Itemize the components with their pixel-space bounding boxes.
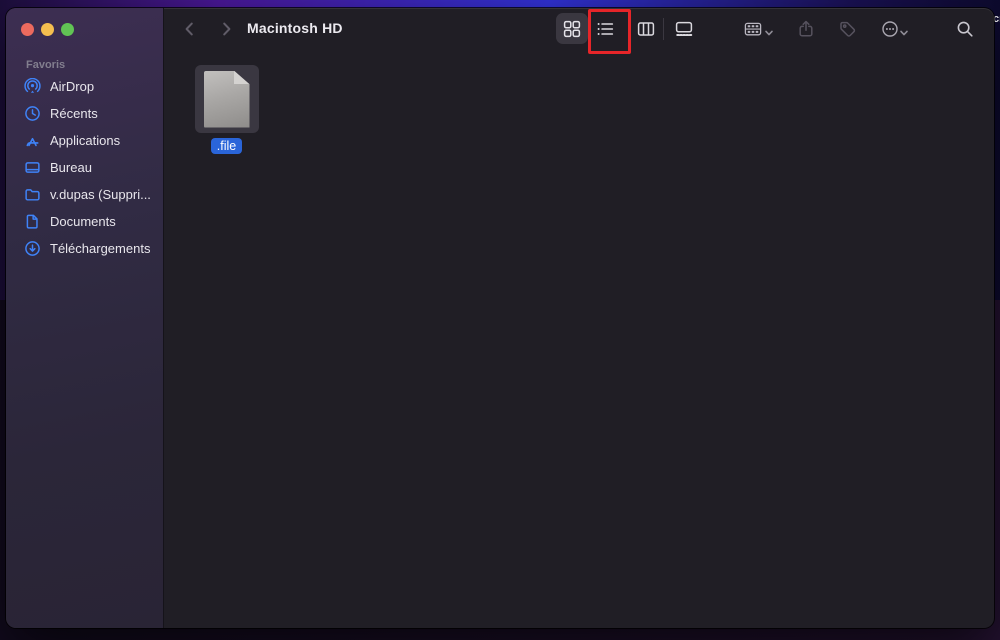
search-button[interactable] bbox=[956, 20, 974, 38]
group-by-chevron[interactable] bbox=[764, 25, 774, 35]
item-icon-area bbox=[174, 64, 279, 134]
sidebar-item-label: Récents bbox=[50, 106, 98, 121]
icon-view-button[interactable] bbox=[556, 13, 588, 44]
window-controls bbox=[21, 23, 74, 36]
sidebar-item-bureau[interactable]: Bureau bbox=[14, 154, 159, 181]
finder-window: Favoris AirDrop Récents Applications Bureau… bbox=[6, 8, 994, 628]
column-view-icon bbox=[637, 20, 655, 38]
airdrop-icon bbox=[24, 78, 41, 95]
sidebar: Favoris AirDrop Récents Applications Bureau… bbox=[6, 8, 164, 628]
more-actions-button[interactable] bbox=[881, 20, 899, 38]
forward-button[interactable] bbox=[217, 20, 235, 38]
toolbar: Macintosh HD bbox=[163, 8, 994, 56]
more-actions-chevron[interactable] bbox=[899, 25, 909, 35]
close-button[interactable] bbox=[21, 23, 34, 36]
back-button[interactable] bbox=[181, 20, 199, 38]
download-icon bbox=[24, 240, 41, 257]
group-by-button[interactable] bbox=[744, 20, 762, 38]
minimize-button[interactable] bbox=[41, 23, 54, 36]
document-icon bbox=[24, 213, 41, 230]
sidebar-item-t-l-chargements[interactable]: Téléchargements bbox=[14, 235, 159, 262]
grid-view-icon bbox=[563, 20, 581, 38]
gallery-view-icon bbox=[675, 20, 693, 38]
ellipsis-circle-icon bbox=[881, 20, 899, 38]
tag-icon bbox=[839, 20, 857, 38]
sidebar-item-r-cents[interactable]: Récents bbox=[14, 100, 159, 127]
sidebar-item-documents[interactable]: Documents bbox=[14, 208, 159, 235]
zoom-button[interactable] bbox=[61, 23, 74, 36]
grid-item-file[interactable]: .file bbox=[174, 64, 279, 171]
search-icon bbox=[956, 20, 974, 38]
folder-icon bbox=[24, 186, 41, 203]
content-area: .file bbox=[163, 56, 994, 628]
window-title: Macintosh HD bbox=[247, 20, 343, 36]
item-label: .file bbox=[211, 138, 242, 154]
sidebar-item-v-dupas-suppri[interactable]: v.dupas (Suppri... bbox=[14, 181, 159, 208]
main-area: Macintosh HD .file bbox=[163, 8, 994, 628]
appstore-icon bbox=[24, 132, 41, 149]
sidebar-item-label: Applications bbox=[50, 133, 120, 148]
share-button[interactable] bbox=[797, 20, 815, 38]
sidebar-section-header: Favoris bbox=[26, 59, 65, 71]
tags-button[interactable] bbox=[839, 20, 857, 38]
list-view-button[interactable] bbox=[589, 13, 621, 44]
list-view-icon bbox=[596, 20, 614, 38]
chevron-down-icon bbox=[764, 25, 774, 42]
desktop-clipped-label: cr bbox=[993, 13, 1000, 25]
sidebar-favorites-list: AirDrop Récents Applications Bureau v.dupas … bbox=[14, 73, 159, 262]
share-icon bbox=[797, 20, 815, 38]
sidebar-item-label: AirDrop bbox=[50, 79, 94, 94]
file-grid: .file bbox=[174, 64, 909, 171]
sidebar-item-airdrop[interactable]: AirDrop bbox=[14, 73, 159, 100]
desktop: { "desktop": { "clipped_text": "cr" }, "… bbox=[0, 0, 1000, 640]
sidebar-item-label: Téléchargements bbox=[50, 241, 150, 256]
column-view-button[interactable] bbox=[630, 13, 662, 44]
desktop-icon bbox=[24, 159, 41, 176]
group-icon bbox=[744, 20, 762, 38]
clock-icon bbox=[24, 105, 41, 122]
sidebar-item-label: Documents bbox=[50, 214, 116, 229]
document-icon bbox=[204, 71, 250, 128]
toolbar-divider bbox=[663, 18, 664, 40]
sidebar-item-label: v.dupas (Suppri... bbox=[50, 187, 151, 202]
sidebar-item-applications[interactable]: Applications bbox=[14, 127, 159, 154]
chevron-right-icon bbox=[224, 24, 229, 35]
sidebar-item-label: Bureau bbox=[50, 160, 92, 175]
chevron-down-icon bbox=[899, 25, 909, 42]
gallery-view-button[interactable] bbox=[668, 13, 700, 44]
chevron-left-icon bbox=[187, 24, 192, 35]
